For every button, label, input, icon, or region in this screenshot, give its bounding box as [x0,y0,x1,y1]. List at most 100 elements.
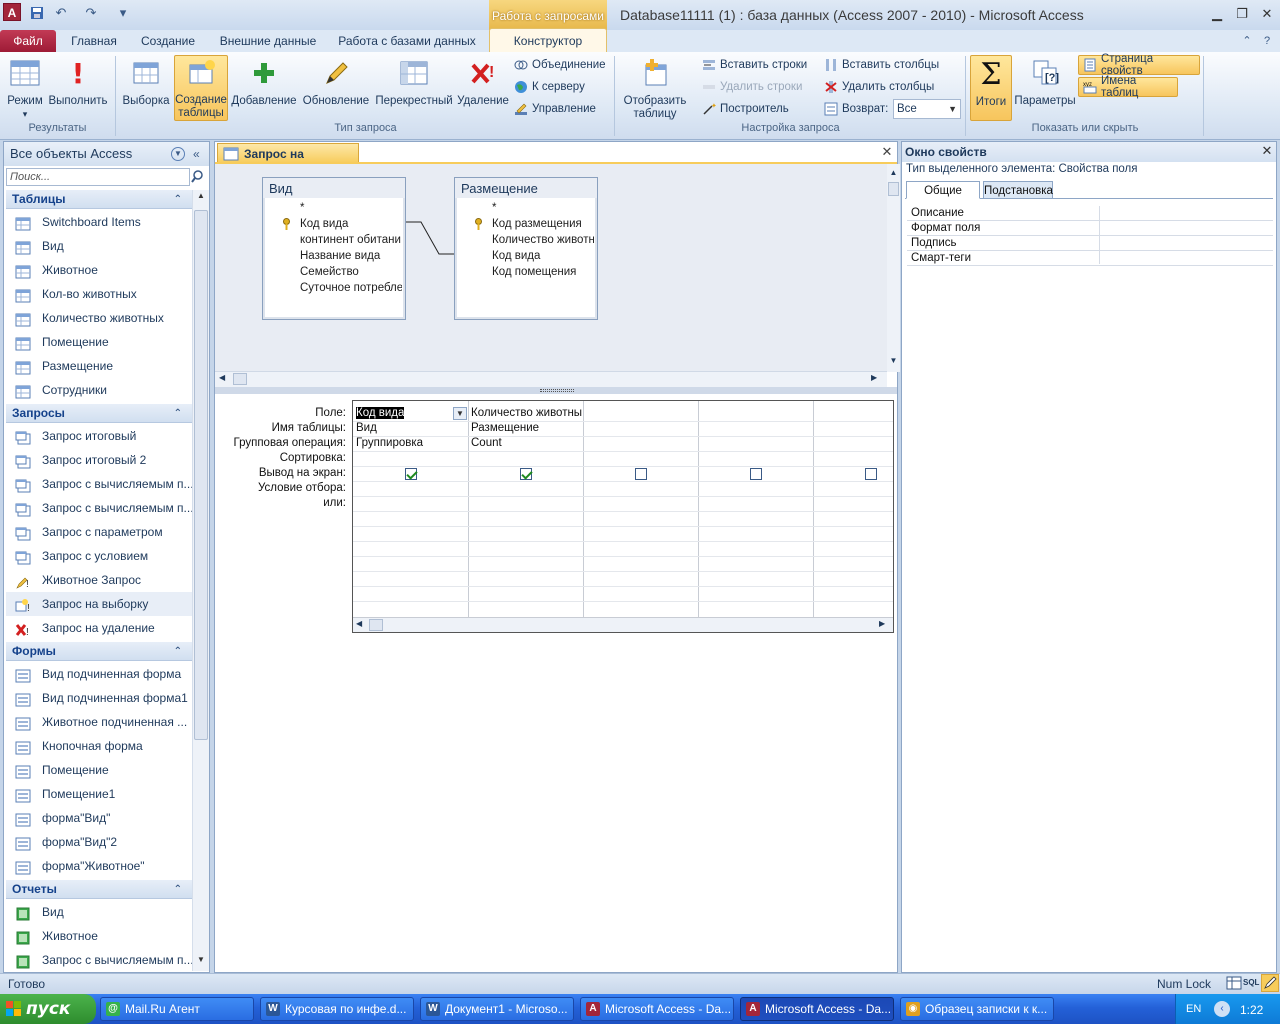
field-item[interactable]: Код вида [458,248,594,264]
nav-section-3[interactable]: Отчеты ⌃ [6,880,192,899]
grid-total-cell[interactable] [698,436,813,451]
scroll-thumb[interactable] [194,210,208,740]
taskbar-button[interactable]: @ Mail.Ru Агент [100,997,254,1021]
show-checkbox[interactable] [520,468,532,480]
table-pane-vscroll[interactable]: ▲ ▼ [887,164,900,372]
field-item[interactable]: Семейство [266,264,402,280]
nav-item[interactable]: Кнопочная форма [6,734,192,758]
builder-button[interactable]: ✦ Построитель [702,99,789,119]
scroll-thumb[interactable] [233,373,247,385]
delete-rows-button[interactable]: Удалить строки [702,77,802,97]
insert-columns-button[interactable]: Вставить столбцы [824,55,939,75]
parameters-button[interactable]: [?] Параметры [1013,55,1077,121]
field-item[interactable]: Суточное потребле [266,280,402,296]
minimize-button[interactable]: ▁ [1206,5,1228,23]
property-sheet-button[interactable]: Страница свойств [1078,53,1200,77]
field-list-0[interactable]: Вид * Код вида континент обитани Название ви… [262,177,406,320]
show-checkbox[interactable] [750,468,762,480]
access-app-icon[interactable]: A [3,3,21,21]
nav-section-1[interactable]: Запросы ⌃ [6,404,192,423]
collapse-chevron-icon[interactable]: ⌃ [174,404,182,423]
tab-file[interactable]: Файл [0,30,56,52]
field-list-1[interactable]: Размещение * Код размещения Количество живо… [454,177,598,320]
minimize-ribbon-icon[interactable]: ⌃ [1238,33,1256,49]
grid-sort-cell[interactable] [353,451,468,466]
grid-table-cell[interactable]: Вид [353,421,468,436]
passthrough-query-button[interactable]: К серверу [514,77,585,97]
grid-sort-cell[interactable] [468,451,583,466]
scroll-left-arrow-icon[interactable]: ◀ [219,373,225,382]
table-names-button[interactable]: xyz Имена таблиц [1078,75,1178,99]
nav-item[interactable]: Помещение [6,758,192,782]
field-item[interactable]: * [266,200,402,216]
tab-external-data[interactable]: Внешние данные [212,30,324,52]
grid-field-cell[interactable]: Количество животны [468,406,583,421]
scroll-down-arrow-icon[interactable]: ▼ [887,356,900,365]
nav-item[interactable]: Кол-во животных [6,282,192,306]
nav-item[interactable]: Запрос с параметром [6,520,192,544]
scroll-right-arrow-icon[interactable]: ▶ [871,373,877,382]
update-query-button[interactable]: Обновление [300,55,372,121]
grid-field-cell[interactable] [698,406,813,421]
nav-item[interactable]: форма"Вид" [6,806,192,830]
nav-pane-header[interactable]: Все объекты Access ▼ « [4,142,209,166]
maximize-button[interactable]: ❐ [1231,5,1253,23]
make-table-query-button[interactable]: Создание таблицы [174,55,228,121]
scroll-right-arrow-icon[interactable]: ▶ [879,619,885,628]
chevron-down-icon[interactable]: ▼ [453,407,467,420]
grid-sort-cell[interactable] [698,451,813,466]
nav-item[interactable]: ! Запрос на выборку [6,592,192,616]
grid-total-cell[interactable] [583,436,698,451]
save-icon[interactable] [26,3,48,23]
select-query-button[interactable]: Выборка [118,55,174,121]
scroll-up-arrow-icon[interactable]: ▲ [194,191,208,205]
datasheet-view-switch-icon[interactable] [1226,976,1242,990]
tab-database-tools[interactable]: Работа с базами данных [334,30,480,52]
nav-item[interactable]: Вид подчиненная форма1 [6,686,192,710]
return-values-combo[interactable]: Все ▼ [893,99,961,119]
collapse-chevron-icon[interactable]: ⌃ [174,190,182,209]
tray-expand-icon[interactable]: ‹ [1214,1001,1230,1017]
scroll-up-arrow-icon[interactable]: ▲ [887,168,900,177]
delete-query-button[interactable]: ! Удаление [456,55,510,121]
close-query-icon[interactable]: ✕ [880,144,894,160]
field-list-title[interactable]: Размещение [455,178,597,198]
taskbar-button[interactable]: W Курсовая по инфе.d... [260,997,414,1021]
taskbar-button[interactable]: W Документ1 - Microso... [420,997,574,1021]
nav-item[interactable]: Помещение [6,330,192,354]
nav-item[interactable]: Switchboard Items [6,210,192,234]
nav-item[interactable]: форма"Животное" [6,854,192,878]
search-icon[interactable] [191,169,205,185]
run-button[interactable]: ! Выполнить [46,55,110,121]
grid-field-cell[interactable] [583,406,698,421]
nav-item[interactable]: форма"Вид"2 [6,830,192,854]
scroll-thumb[interactable] [369,619,383,631]
tab-general[interactable]: Общие [906,181,980,199]
nav-item[interactable]: Животное [6,258,192,282]
append-query-button[interactable]: Добавление [229,55,299,121]
grid-sort-cell[interactable] [583,451,698,466]
field-item[interactable]: Код размещения [458,216,594,232]
taskbar-button[interactable]: A Microsoft Access - Da... [740,997,894,1021]
property-row[interactable]: Формат поля [907,221,1273,236]
field-item[interactable]: Код вида [266,216,402,232]
show-checkbox[interactable] [405,468,417,480]
scroll-thumb[interactable] [888,182,899,196]
crosstab-query-button[interactable]: Перекрестный [372,55,456,121]
property-row[interactable]: Смарт-теги [907,251,1273,266]
nav-item[interactable]: Размещение [6,354,192,378]
collapse-chevron-icon[interactable]: ⌃ [174,642,182,661]
union-query-button[interactable]: Объединение [514,55,606,75]
show-table-button[interactable]: Отобразить таблицу [618,55,692,121]
nav-item[interactable]: Запрос с условием [6,544,192,568]
grid-table-cell[interactable] [698,421,813,436]
nav-item[interactable]: Запрос с вычисляемым п... [6,472,192,496]
nav-section-0[interactable]: Таблицы ⌃ [6,190,192,209]
tab-home[interactable]: Главная [64,30,124,52]
scroll-down-arrow-icon[interactable]: ▼ [194,955,208,969]
grid-field-cell[interactable]: Код вида ▼ [353,406,468,421]
nav-item[interactable]: Вид подчиненная форма [6,662,192,686]
nav-item[interactable]: Запрос итоговый [6,424,192,448]
grid-table-cell[interactable] [583,421,698,436]
close-properties-icon[interactable]: ✕ [1260,143,1274,159]
